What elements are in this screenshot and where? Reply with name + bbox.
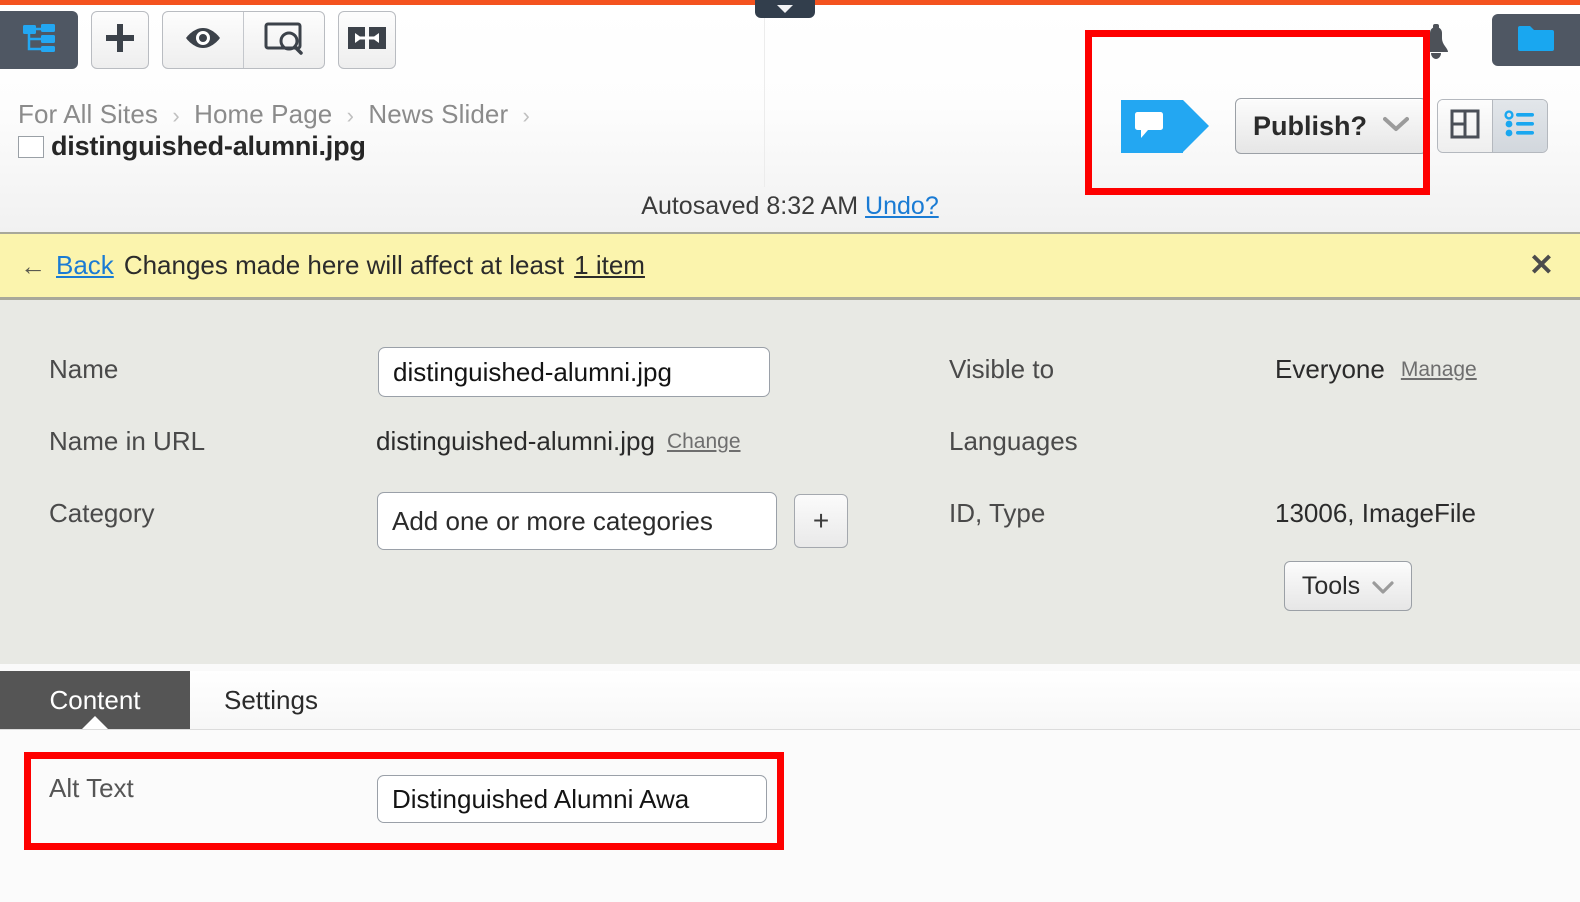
manage-visibility-link[interactable]: Manage <box>1401 358 1477 382</box>
grid-view-button[interactable] <box>1438 100 1492 152</box>
field-row-name-in-url: Name in URL <box>49 426 379 457</box>
field-label-visible-to: Visible to <box>949 354 1055 384</box>
page-root: For All Sites › Home Page › News Slider … <box>0 0 1580 902</box>
resize-button[interactable] <box>338 11 396 69</box>
breadcrumb-item-1[interactable]: Home Page <box>194 99 332 129</box>
autosave-status: Autosaved 8:32 AM Undo? <box>0 192 1580 221</box>
tab-content-label: Content <box>49 684 141 715</box>
chevron-down-icon <box>1372 572 1394 601</box>
tab-active-caret <box>82 716 108 729</box>
inspect-button[interactable] <box>243 12 324 68</box>
name-input[interactable]: distinguished-alumni.jpg <box>378 347 770 397</box>
tools-button[interactable]: Tools <box>1284 561 1412 611</box>
preview-button[interactable] <box>163 12 243 68</box>
image-file-icon <box>18 135 44 158</box>
add-button[interactable] <box>91 11 149 69</box>
notice-message: Changes made here will affect at least <box>123 250 565 280</box>
field-label-languages: Languages <box>949 426 1078 456</box>
change-url-link[interactable]: Change <box>667 430 741 454</box>
tab-settings[interactable]: Settings <box>190 671 352 729</box>
visible-to-value: Everyone <box>1275 354 1385 384</box>
affected-items-link[interactable]: 1 item <box>574 250 645 281</box>
id-type-value-row: 13006, ImageFile <box>1275 498 1476 529</box>
content-panel: Alt Text Distinguished Alumni Awa <box>0 730 1580 902</box>
field-label-name-in-url: Name in URL <box>49 426 206 456</box>
section-tabs: Content Settings <box>0 671 1580 730</box>
category-input[interactable]: Add one or more categories <box>377 492 777 550</box>
files-button[interactable] <box>1492 14 1580 66</box>
preview-button-group <box>162 11 325 69</box>
breadcrumb-separator: › <box>346 103 355 128</box>
expand-horizontal-icon <box>348 26 386 54</box>
name-in-url-value-row: distinguished-alumni.jpg Change <box>376 426 741 457</box>
publish-button[interactable]: Publish? <box>1235 98 1427 154</box>
tools-button-label: Tools <box>1301 571 1361 600</box>
undo-link[interactable]: Undo? <box>865 192 939 220</box>
field-row-languages: Languages <box>949 426 1078 457</box>
alt-text-input[interactable]: Distinguished Alumni Awa <box>377 775 767 823</box>
breadcrumb-separator: › <box>522 103 530 128</box>
panel-pull-tab[interactable] <box>755 0 815 18</box>
back-link[interactable]: Back <box>56 250 114 281</box>
publish-cluster: Publish? <box>1121 98 1427 154</box>
list-view-button[interactable] <box>1492 100 1547 152</box>
field-label-alt-text: Alt Text <box>49 772 134 803</box>
eye-icon <box>183 25 223 56</box>
field-row-visible-to: Visible to <box>949 354 1054 385</box>
add-category-button[interactable]: + <box>794 494 848 548</box>
folder-icon <box>1516 23 1556 58</box>
autosave-text: Autosaved 8:32 AM <box>641 192 859 220</box>
field-label-category: Category <box>49 498 155 528</box>
field-label-id-type: ID, Type <box>949 498 1046 528</box>
field-row-category: Category <box>49 498 379 529</box>
main-toolbar <box>0 11 396 69</box>
breadcrumb: For All Sites › Home Page › News Slider … <box>18 99 537 130</box>
list-view-icon <box>1504 109 1536 143</box>
close-icon[interactable]: ✕ <box>1529 250 1554 281</box>
grid-view-icon <box>1450 109 1480 144</box>
name-in-url-value: distinguished-alumni.jpg <box>376 426 655 456</box>
page-title-row: distinguished-alumni.jpg <box>18 131 366 162</box>
field-row-id-type: ID, Type <box>949 498 1045 529</box>
breadcrumb-separator: › <box>172 103 180 128</box>
plus-icon <box>103 21 137 60</box>
tab-settings-label: Settings <box>224 684 318 715</box>
field-label-name: Name <box>49 354 119 384</box>
view-toggle <box>1437 99 1548 153</box>
breadcrumb-item-2[interactable]: News Slider <box>368 99 508 129</box>
header-divider <box>764 5 765 187</box>
sitemap-button[interactable] <box>0 11 78 69</box>
plus-icon: + <box>812 505 830 536</box>
sitemap-icon <box>22 23 56 58</box>
chevron-down-icon <box>777 5 793 13</box>
visible-to-value-row: Everyone Manage <box>1275 354 1477 385</box>
page-title: distinguished-alumni.jpg <box>51 131 366 161</box>
affected-items-notice: ← Back Changes made here will affect at … <box>0 232 1580 300</box>
field-row-name: Name <box>49 354 379 385</box>
notifications-button[interactable] <box>1418 24 1454 64</box>
screen-search-icon <box>263 21 305 60</box>
publish-button-label: Publish? <box>1253 110 1367 141</box>
comment-bubble-icon <box>1133 109 1167 144</box>
back-arrow-icon: ← <box>20 250 46 281</box>
bell-icon <box>1418 24 1454 64</box>
id-type-value: 13006, ImageFile <box>1275 498 1476 528</box>
tab-content[interactable]: Content <box>0 671 190 729</box>
breadcrumb-item-0[interactable]: For All Sites <box>18 99 158 129</box>
chevron-down-icon <box>1383 116 1409 137</box>
comment-button[interactable] <box>1121 99 1209 153</box>
